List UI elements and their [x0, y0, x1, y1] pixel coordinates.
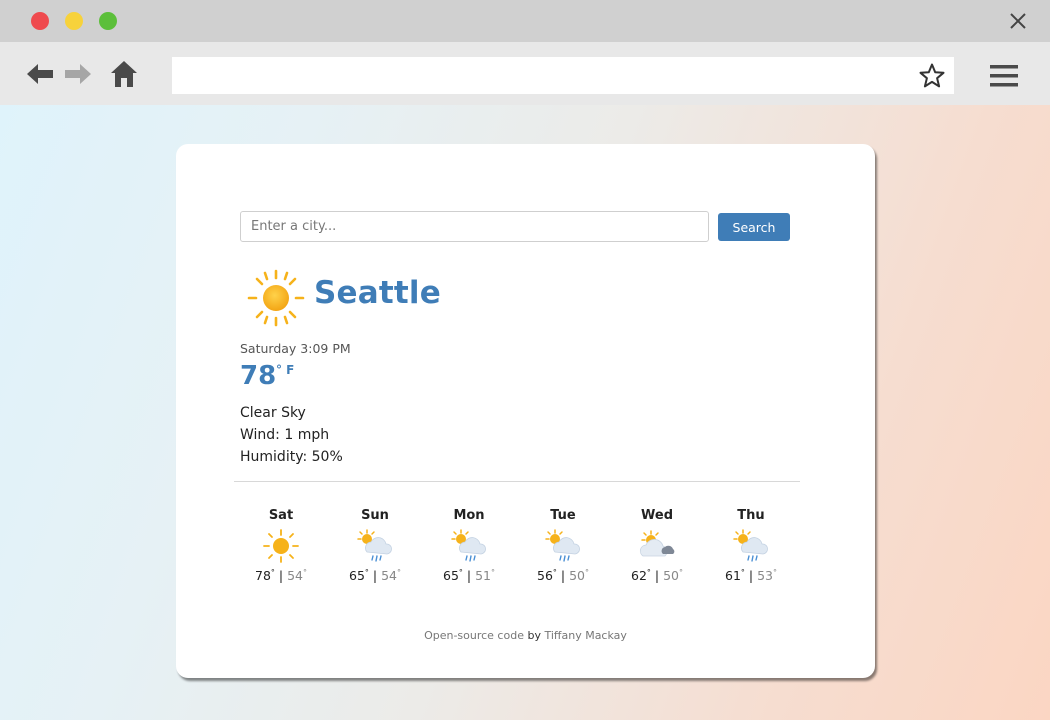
forecast-day: Tue 56° | 50° [516, 508, 610, 583]
temperature-unit: ° F [276, 363, 295, 377]
arrow-right-icon [65, 64, 91, 84]
forecast-low: 53 [757, 568, 773, 583]
forecast-low: 51 [475, 568, 491, 583]
forecast-temps: 61° | 53° [725, 568, 777, 583]
home-button[interactable] [108, 58, 140, 90]
forecast-high: 78 [255, 568, 271, 583]
partly-cloudy-icon [639, 530, 675, 557]
forecast-temps: 78° | 54° [255, 568, 307, 583]
forecast-high: 56 [537, 568, 553, 583]
footer: Open-source code by Tiffany Mackay [176, 629, 875, 642]
sun-rain-icon [545, 529, 580, 562]
author-link[interactable]: Tiffany Mackay [544, 629, 626, 642]
forecast-temps: 56° | 50° [537, 568, 589, 583]
maximize-window-button[interactable] [99, 12, 117, 30]
weather-description: Clear Sky [240, 405, 306, 421]
forecast-day-name: Tue [550, 508, 576, 523]
forecast-day: Thu 61° | 53° [704, 508, 798, 583]
divider [234, 481, 800, 482]
arrow-left-icon [27, 64, 53, 84]
forecast-high: 62 [631, 568, 647, 583]
forecast-row: Sat 78° | 54° Sun 65° | 54° Mon 65° | 51… [234, 508, 800, 598]
forward-button[interactable] [62, 58, 94, 90]
sun-rain-icon [733, 529, 768, 562]
forecast-temps: 65° | 51° [443, 568, 495, 583]
forecast-low: 50 [569, 568, 585, 583]
city-name: Seattle [314, 275, 441, 311]
forecast-high: 65 [349, 568, 365, 583]
minimize-window-button[interactable] [65, 12, 83, 30]
current-datetime: Saturday 3:09 PM [240, 341, 351, 356]
forecast-day-name: Sat [268, 508, 294, 523]
current-temperature: 78 [240, 361, 277, 391]
source-code-link[interactable]: Open-source code [424, 629, 524, 642]
forecast-day: Mon 65° | 51° [422, 508, 516, 583]
back-button[interactable] [24, 58, 56, 90]
forecast-high: 61 [725, 568, 741, 583]
forecast-low: 54 [287, 568, 303, 583]
bookmark-star-icon[interactable] [918, 62, 946, 90]
sun-rain-icon [451, 529, 486, 562]
forecast-high: 65 [443, 568, 459, 583]
wind-speed: Wind: 1 mph [240, 427, 330, 443]
sun-icon [263, 529, 299, 563]
forecast-low: 54 [381, 568, 397, 583]
close-window-button[interactable] [31, 12, 49, 30]
humidity: Humidity: 50% [240, 449, 343, 465]
city-search-input[interactable] [240, 211, 709, 242]
forecast-day-name: Wed [641, 508, 673, 523]
forecast-temps: 65° | 54° [349, 568, 401, 583]
forecast-day-name: Mon [453, 508, 485, 523]
sun-rain-icon [357, 529, 392, 562]
sun-icon [247, 269, 305, 327]
hamburger-menu-icon[interactable] [989, 63, 1019, 89]
forecast-day-name: Thu [737, 508, 765, 523]
search-button[interactable]: Search [718, 213, 790, 241]
forecast-day: Sat 78° | 54° [234, 508, 328, 583]
footer-by: by [523, 629, 545, 642]
forecast-day-name: Sun [361, 508, 389, 523]
forecast-low: 50 [663, 568, 679, 583]
window-titlebar [0, 0, 1050, 42]
home-icon [111, 61, 137, 87]
weather-card: Search Seattle Saturday 3:09 PM 78 ° F C [176, 144, 875, 678]
close-icon[interactable] [1008, 11, 1028, 31]
forecast-day: Sun 65° | 54° [328, 508, 422, 583]
browser-toolbar [0, 42, 1050, 105]
address-bar[interactable] [172, 57, 954, 94]
forecast-day: Wed 62° | 50° [610, 508, 704, 583]
forecast-temps: 62° | 50° [631, 568, 683, 583]
